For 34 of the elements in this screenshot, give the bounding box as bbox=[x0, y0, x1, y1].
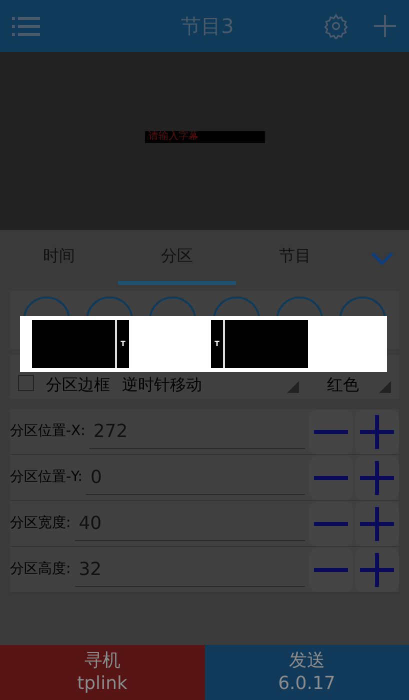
decrement-button[interactable] bbox=[309, 548, 353, 592]
effect-dropdown[interactable]: 逆时针移动 bbox=[122, 377, 299, 393]
plus-icon bbox=[360, 552, 394, 586]
plus-icon bbox=[360, 414, 394, 448]
border-checkbox[interactable] bbox=[18, 375, 34, 391]
field-label: 分区宽度: bbox=[10, 514, 71, 533]
minus-icon bbox=[314, 476, 348, 480]
decrement-button[interactable] bbox=[309, 410, 353, 454]
preview-text: 请输入字幕 bbox=[148, 132, 198, 142]
field-label: 分区位置-Y: bbox=[10, 468, 82, 487]
minus-icon bbox=[314, 568, 348, 572]
header-title: 节目3 bbox=[181, 13, 234, 40]
increment-button[interactable] bbox=[355, 502, 399, 546]
dropdown-corner-icon bbox=[379, 381, 391, 393]
minus-icon bbox=[314, 430, 348, 434]
border-label: 分区边框 bbox=[46, 377, 110, 393]
footer-button[interactable]: 发送 6.0.17 bbox=[204, 645, 409, 700]
minus-icon bbox=[314, 522, 348, 526]
menu-icon[interactable] bbox=[12, 15, 40, 37]
footer-button[interactable]: 寻机 tplink bbox=[0, 645, 204, 700]
decrement-button[interactable] bbox=[309, 456, 353, 500]
field-label: 分区位置-X: bbox=[10, 422, 86, 441]
chevron-down-icon[interactable] bbox=[370, 250, 394, 264]
increment-button[interactable] bbox=[355, 456, 399, 500]
field-label: 分区高度: bbox=[10, 560, 71, 579]
add-icon[interactable] bbox=[373, 14, 397, 38]
decrement-button[interactable] bbox=[309, 502, 353, 546]
increment-button[interactable] bbox=[355, 410, 399, 454]
dropdown-corner-icon bbox=[287, 381, 299, 393]
plus-icon bbox=[360, 460, 394, 494]
plus-icon bbox=[360, 506, 394, 540]
increment-button[interactable] bbox=[355, 548, 399, 592]
settings-icon[interactable] bbox=[323, 13, 349, 39]
color-dropdown[interactable]: 红色 bbox=[327, 377, 391, 393]
